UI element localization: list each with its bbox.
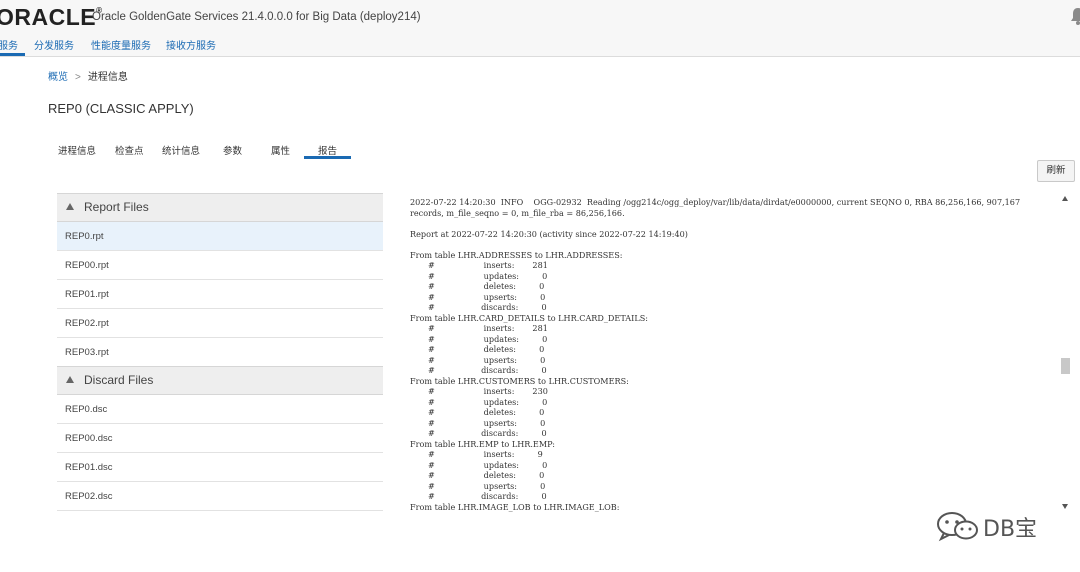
tab-statistics[interactable]: 统计信息 — [162, 143, 200, 157]
breadcrumb-current: 进程信息 — [87, 72, 128, 83]
wechat-icon — [937, 512, 978, 542]
breadcrumb-separator: > — [75, 72, 81, 83]
oracle-logo: ORACLE® — [0, 4, 103, 31]
tab-checkpoint[interactable]: 检查点 — [115, 143, 144, 157]
file-name: REP0.dsc — [65, 404, 108, 415]
tab-parameters[interactable]: 参数 — [223, 143, 242, 157]
file-name: REP01.rpt — [65, 289, 109, 300]
nav-bar: 服务 分发服务 性能度量服务 接收方服务 — [0, 34, 1080, 57]
tab-report[interactable]: 报告 — [318, 143, 337, 157]
watermark-text: DB宝 — [983, 517, 1038, 542]
file-name: REP02.dsc — [65, 491, 113, 502]
file-row-rep0-dsc[interactable]: REP0.dsc — [57, 395, 383, 424]
nav-item-performance[interactable]: 性能度量服务 — [91, 37, 151, 52]
triangle-up-icon[interactable] — [66, 203, 74, 210]
nav-item-distribution[interactable]: 分发服务 — [34, 37, 74, 52]
file-row-rep02-rpt[interactable]: REP02.rpt — [57, 309, 383, 338]
file-row-rep02-dsc[interactable]: REP02.dsc — [57, 482, 383, 511]
discard-files-header[interactable]: Discard Files — [57, 366, 383, 395]
file-list-panel: Report Files REP0.rpt REP00.rpt REP01.rp… — [57, 193, 383, 516]
tab-process-info[interactable]: 进程信息 — [58, 143, 96, 157]
nav-active-indicator — [0, 53, 25, 56]
file-name: REP00.dsc — [65, 433, 113, 444]
file-name: REP02.rpt — [65, 318, 109, 329]
file-name: REP01.dsc — [65, 462, 113, 473]
report-viewer[interactable]: 2022-07-22 14:20:30 INFO OGG-02932 Readi… — [410, 197, 1050, 519]
file-name: REP0.rpt — [65, 231, 104, 242]
page-title: REP0 (CLASSIC APPLY) — [48, 101, 194, 116]
file-row-rep01-rpt[interactable]: REP01.rpt — [57, 280, 383, 309]
top-bar: ORACLE® Oracle GoldenGate Services 21.4.… — [0, 0, 1080, 34]
scroll-thumb[interactable] — [1061, 358, 1070, 374]
file-name: REP00.rpt — [65, 260, 109, 271]
report-files-header[interactable]: Report Files — [57, 193, 383, 222]
breadcrumb-home[interactable]: 概览 — [48, 72, 68, 83]
tab-active-indicator — [304, 156, 351, 159]
file-row-rep00-rpt[interactable]: REP00.rpt — [57, 251, 383, 280]
nav-item-services[interactable]: 服务 — [0, 37, 18, 52]
discard-files-title: Discard Files — [84, 373, 154, 387]
file-row-rep03-rpt[interactable]: REP03.rpt — [57, 338, 383, 367]
scroll-up-icon[interactable] — [1062, 196, 1068, 201]
refresh-button[interactable]: 刷新 — [1037, 160, 1075, 182]
report-files-title: Report Files — [84, 200, 149, 214]
bell-icon[interactable] — [1070, 7, 1080, 25]
report-scrollbar[interactable] — [1060, 193, 1072, 516]
app-title: Oracle GoldenGate Services 21.4.0.0.0 fo… — [92, 11, 421, 23]
nav-item-receiver[interactable]: 接收方服务 — [166, 37, 216, 52]
file-row-rep0-rpt[interactable]: REP0.rpt — [57, 222, 383, 251]
scroll-down-icon[interactable] — [1062, 504, 1068, 509]
triangle-up-icon[interactable] — [66, 376, 74, 383]
tab-properties[interactable]: 属性 — [271, 143, 290, 157]
breadcrumb: 概览 > 进程信息 — [48, 68, 128, 83]
file-row-rep00-dsc[interactable]: REP00.dsc — [57, 424, 383, 453]
file-name: REP03.rpt — [65, 347, 109, 358]
watermark: DB宝 — [935, 509, 1047, 543]
logo-text: ORACLE — [0, 4, 97, 30]
report-content: 2022-07-22 14:20:30 INFO OGG-02932 Readi… — [410, 197, 1021, 512]
file-row-rep01-dsc[interactable]: REP01.dsc — [57, 453, 383, 482]
